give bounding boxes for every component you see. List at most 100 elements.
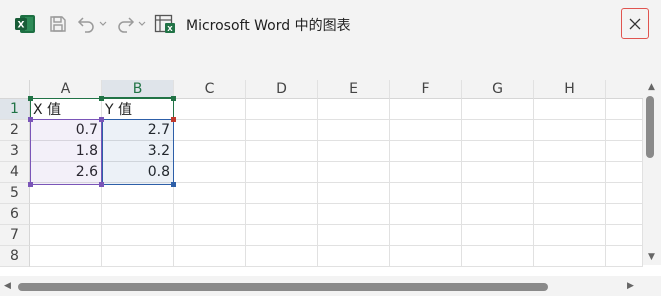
range-handle[interactable]: [99, 117, 104, 122]
cell-c8[interactable]: [174, 246, 246, 267]
column-header-f[interactable]: F: [390, 80, 462, 99]
cell-b3[interactable]: 3.2: [102, 141, 174, 162]
cell-a6[interactable]: [30, 204, 102, 225]
row-header-7[interactable]: 7: [0, 225, 30, 246]
cell-c6[interactable]: [174, 204, 246, 225]
cell-f5[interactable]: [390, 183, 462, 204]
undo-icon[interactable]: [76, 12, 96, 36]
row-header-8[interactable]: 8: [0, 246, 30, 267]
cell-f7[interactable]: [390, 225, 462, 246]
cell-d5[interactable]: [246, 183, 318, 204]
cell-a2[interactable]: 0.7: [30, 120, 102, 141]
cell-c5[interactable]: [174, 183, 246, 204]
cell-partial[interactable]: [606, 204, 643, 225]
cell-d1[interactable]: [246, 99, 318, 120]
row-header-2[interactable]: 2: [0, 120, 30, 141]
cell-g7[interactable]: [462, 225, 534, 246]
cell-e4[interactable]: [318, 162, 390, 183]
cell-d8[interactable]: [246, 246, 318, 267]
cell-partial[interactable]: [606, 246, 643, 267]
chart-data-icon[interactable]: X: [154, 12, 176, 36]
cell-h1[interactable]: [534, 99, 606, 120]
cell-a4[interactable]: 2.6: [30, 162, 102, 183]
range-handle[interactable]: [99, 182, 104, 187]
column-header-a[interactable]: A: [30, 80, 102, 99]
cell-a8[interactable]: [30, 246, 102, 267]
cell-e7[interactable]: [318, 225, 390, 246]
cell-e1[interactable]: [318, 99, 390, 120]
cell-h7[interactable]: [534, 225, 606, 246]
row-header-6[interactable]: 6: [0, 204, 30, 225]
cell-h8[interactable]: [534, 246, 606, 267]
cell-d6[interactable]: [246, 204, 318, 225]
cell-b4[interactable]: 0.8: [102, 162, 174, 183]
cell-g6[interactable]: [462, 204, 534, 225]
cell-c2[interactable]: [174, 120, 246, 141]
cell-b6[interactable]: [102, 204, 174, 225]
select-all-corner[interactable]: [0, 80, 30, 99]
redo-icon[interactable]: [116, 12, 136, 36]
cell-g1[interactable]: [462, 99, 534, 120]
cell-partial[interactable]: [606, 120, 643, 141]
cell-c3[interactable]: [174, 141, 246, 162]
cell-d7[interactable]: [246, 225, 318, 246]
cell-partial[interactable]: [606, 162, 643, 183]
cell-g3[interactable]: [462, 141, 534, 162]
cell-a5[interactable]: [30, 183, 102, 204]
cell-h4[interactable]: [534, 162, 606, 183]
cell-e8[interactable]: [318, 246, 390, 267]
row-header-1[interactable]: 1: [0, 99, 30, 120]
cell-g4[interactable]: [462, 162, 534, 183]
range-handle[interactable]: [28, 96, 33, 101]
cell-g2[interactable]: [462, 120, 534, 141]
cell-a3[interactable]: 1.8: [30, 141, 102, 162]
scroll-left-icon[interactable]: ◀: [4, 281, 11, 291]
column-header-b[interactable]: B: [102, 80, 174, 99]
cell-b7[interactable]: [102, 225, 174, 246]
cell-g8[interactable]: [462, 246, 534, 267]
cell-e2[interactable]: [318, 120, 390, 141]
cell-f4[interactable]: [390, 162, 462, 183]
cell-h6[interactable]: [534, 204, 606, 225]
row-header-3[interactable]: 3: [0, 141, 30, 162]
cell-f1[interactable]: [390, 99, 462, 120]
column-header-partial[interactable]: [606, 80, 643, 99]
cell-d4[interactable]: [246, 162, 318, 183]
horizontal-scroll-thumb[interactable]: [18, 283, 548, 291]
cell-c1[interactable]: [174, 99, 246, 120]
column-header-e[interactable]: E: [318, 80, 390, 99]
cell-b2[interactable]: 2.7: [102, 120, 174, 141]
cell-e5[interactable]: [318, 183, 390, 204]
cell-a7[interactable]: [30, 225, 102, 246]
cell-f3[interactable]: [390, 141, 462, 162]
cell-c7[interactable]: [174, 225, 246, 246]
column-header-c[interactable]: C: [174, 80, 246, 99]
range-handle[interactable]: [28, 117, 33, 122]
range-handle[interactable]: [99, 96, 104, 101]
cell-e3[interactable]: [318, 141, 390, 162]
cell-e6[interactable]: [318, 204, 390, 225]
scroll-down-icon[interactable]: ▼: [648, 252, 655, 262]
cell-a1[interactable]: X 值: [30, 99, 102, 120]
cell-f6[interactable]: [390, 204, 462, 225]
cell-h2[interactable]: [534, 120, 606, 141]
range-handle[interactable]: [171, 182, 176, 187]
scroll-right-icon[interactable]: ▶: [627, 281, 634, 291]
save-icon[interactable]: [48, 12, 68, 36]
cell-c4[interactable]: [174, 162, 246, 183]
scroll-up-icon[interactable]: ▲: [648, 82, 655, 92]
cell-partial[interactable]: [606, 141, 643, 162]
range-handle[interactable]: [171, 117, 176, 122]
cell-b1[interactable]: Y 值: [102, 99, 174, 120]
cell-b8[interactable]: [102, 246, 174, 267]
range-handle[interactable]: [171, 96, 176, 101]
cell-f2[interactable]: [390, 120, 462, 141]
cell-g5[interactable]: [462, 183, 534, 204]
range-handle[interactable]: [28, 182, 33, 187]
spreadsheet-grid[interactable]: A B C D E F G H 1 2 3 4 5 6 7 8 X 值Y 值 0.…: [0, 80, 661, 304]
cell-h3[interactable]: [534, 141, 606, 162]
vertical-scroll-thumb[interactable]: [646, 96, 654, 158]
cell-partial[interactable]: [606, 225, 643, 246]
column-header-d[interactable]: D: [246, 80, 318, 99]
cell-partial[interactable]: [606, 99, 643, 120]
